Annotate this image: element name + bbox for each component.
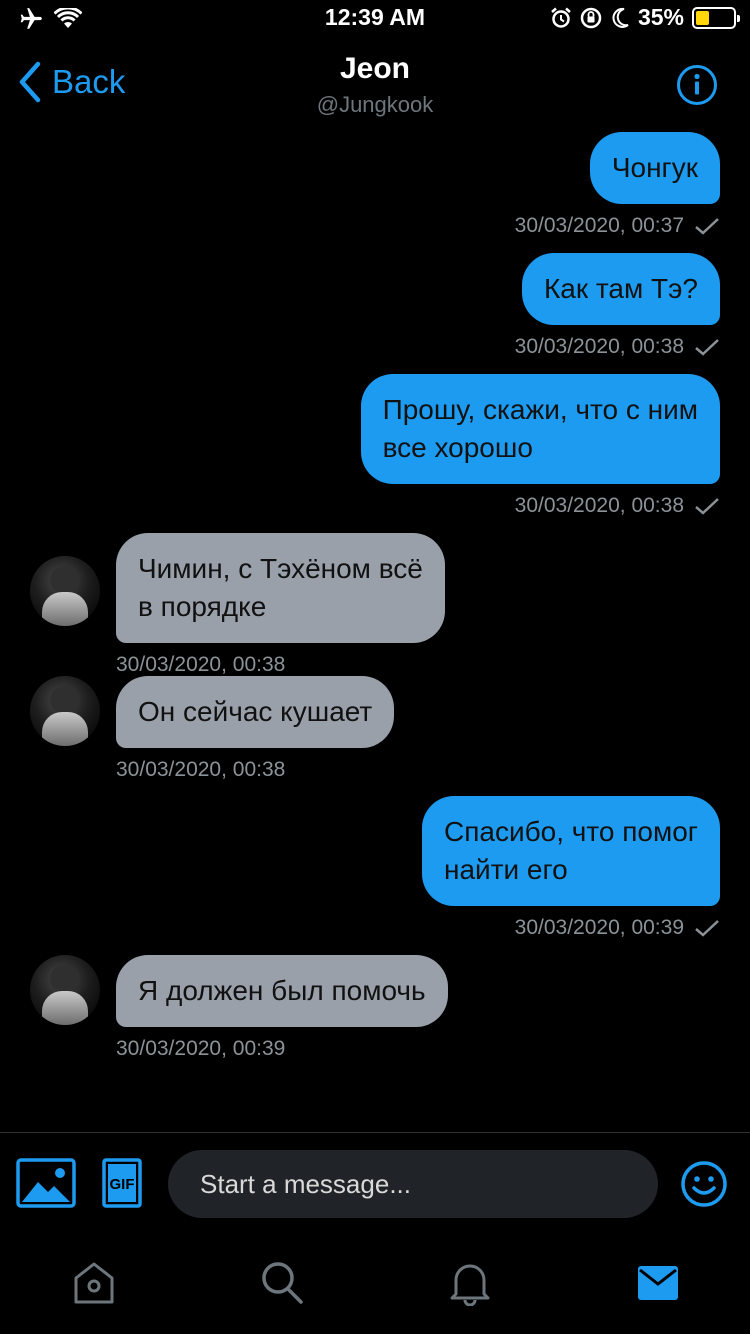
info-button[interactable] — [676, 64, 718, 111]
message-text: Чонгук — [611, 152, 698, 183]
message-text: в порядке — [138, 591, 267, 622]
alarm-icon — [551, 7, 571, 28]
message-text: Он сейчас кушает — [138, 696, 373, 727]
message-input[interactable] — [168, 1150, 658, 1218]
timestamp-text: 30/03/2020, 00:39 — [514, 916, 684, 939]
contact-avatar[interactable] — [30, 676, 100, 746]
check-icon — [695, 920, 719, 937]
bottom-tab-bar — [0, 1250, 750, 1320]
add-image-button[interactable] — [16, 1158, 76, 1213]
timestamp-text: 30/03/2020, 00:38 — [116, 653, 286, 676]
message-timestamp: 30/03/2020, 00:37 — [515, 214, 720, 238]
emoji-button[interactable] — [680, 1160, 728, 1213]
battery-icon — [692, 6, 740, 29]
message-text: Я должен был помочь — [138, 975, 426, 1006]
message-timestamp: 30/03/2020, 00:38 — [515, 335, 720, 359]
message-timestamp: 30/03/2020, 00:39 — [116, 1037, 448, 1061]
messages-icon — [638, 1266, 678, 1300]
check-icon — [695, 498, 719, 515]
moon-icon — [612, 7, 629, 28]
contact-name[interactable]: Jeon — [0, 52, 750, 86]
contact-avatar[interactable] — [30, 955, 100, 1025]
search-icon — [262, 1262, 303, 1304]
emoji-icon — [681, 1161, 727, 1207]
message-text: найти его — [444, 854, 568, 885]
message-sent: Как там Тэ? 30/03/2020, 00:38 — [515, 253, 720, 359]
timestamp-text: 30/03/2020, 00:38 — [514, 494, 684, 517]
message-text: все хорошо — [382, 432, 533, 463]
message-bubble[interactable]: Как там Тэ? — [522, 253, 720, 325]
timestamp-text: 30/03/2020, 00:38 — [116, 758, 286, 781]
info-icon — [677, 65, 717, 105]
conversation-header: Back Jeon @Jungkook — [0, 44, 750, 128]
message-text: Чимин, с Тэхёном всё — [138, 553, 423, 584]
message-timestamp: 30/03/2020, 00:39 — [422, 916, 720, 940]
message-text: Прошу, скажи, что с ним — [382, 394, 698, 425]
battery-percent: 35% — [637, 4, 684, 30]
home-icon — [74, 1262, 114, 1304]
image-icon — [16, 1158, 76, 1208]
message-received: Он сейчас кушает 30/03/2020, 00:38 — [116, 676, 395, 782]
message-timestamp: 30/03/2020, 00:38 — [116, 758, 394, 782]
message-timestamp: 30/03/2020, 00:38 — [361, 494, 720, 518]
contact-handle: @Jungkook — [316, 92, 434, 117]
message-list[interactable]: Чонгук 30/03/2020, 00:37 Как там Тэ? 30/… — [0, 128, 750, 1132]
timestamp-text: 30/03/2020, 00:38 — [514, 335, 684, 358]
message-timestamp: 30/03/2020, 00:38 — [116, 653, 445, 677]
status-bar: 12:39 AM 35% — [0, 0, 750, 40]
message-sent: Спасибо, что помог найти его 30/03/2020,… — [422, 796, 720, 940]
message-text: Как там Тэ? — [544, 273, 698, 304]
message-bubble[interactable]: Он сейчас кушает — [116, 676, 395, 748]
message-text: Спасибо, что помог — [444, 816, 698, 847]
message-composer: GIF — [0, 1148, 750, 1220]
message-bubble[interactable]: Прошу, скажи, что с ним все хорошо — [360, 374, 720, 484]
message-bubble[interactable]: Чимин, с Тэхёном всё в порядке — [116, 533, 445, 643]
message-sent: Прошу, скажи, что с ним все хорошо 30/03… — [360, 374, 720, 518]
check-icon — [695, 339, 719, 356]
gif-label: GIF — [110, 1176, 135, 1193]
tab-home[interactable] — [72, 1260, 116, 1311]
orientation-lock-icon — [580, 7, 602, 28]
timestamp-text: 30/03/2020, 00:37 — [514, 214, 684, 237]
composer-divider — [0, 1132, 750, 1133]
gif-icon: GIF — [102, 1158, 142, 1208]
tab-notifications[interactable] — [448, 1260, 492, 1311]
battery-level — [696, 10, 709, 25]
timestamp-text: 30/03/2020, 00:39 — [116, 1037, 286, 1060]
tab-messages[interactable] — [636, 1260, 680, 1311]
message-bubble[interactable]: Я должен был помочь — [116, 955, 448, 1027]
tab-search[interactable] — [260, 1260, 304, 1311]
status-right-icons: 35% — [550, 4, 740, 31]
message-received: Чимин, с Тэхёном всё в порядке 30/03/202… — [116, 533, 445, 677]
contact-avatar[interactable] — [30, 556, 100, 626]
message-received: Я должен был помочь 30/03/2020, 00:39 — [116, 955, 448, 1061]
check-icon — [695, 218, 719, 235]
message-bubble[interactable]: Спасибо, что помог найти его — [422, 796, 720, 906]
message-bubble[interactable]: Чонгук — [589, 132, 720, 204]
message-sent: Чонгук 30/03/2020, 00:37 — [515, 132, 720, 238]
add-gif-button[interactable]: GIF — [102, 1158, 142, 1213]
notifications-icon — [450, 1264, 490, 1307]
